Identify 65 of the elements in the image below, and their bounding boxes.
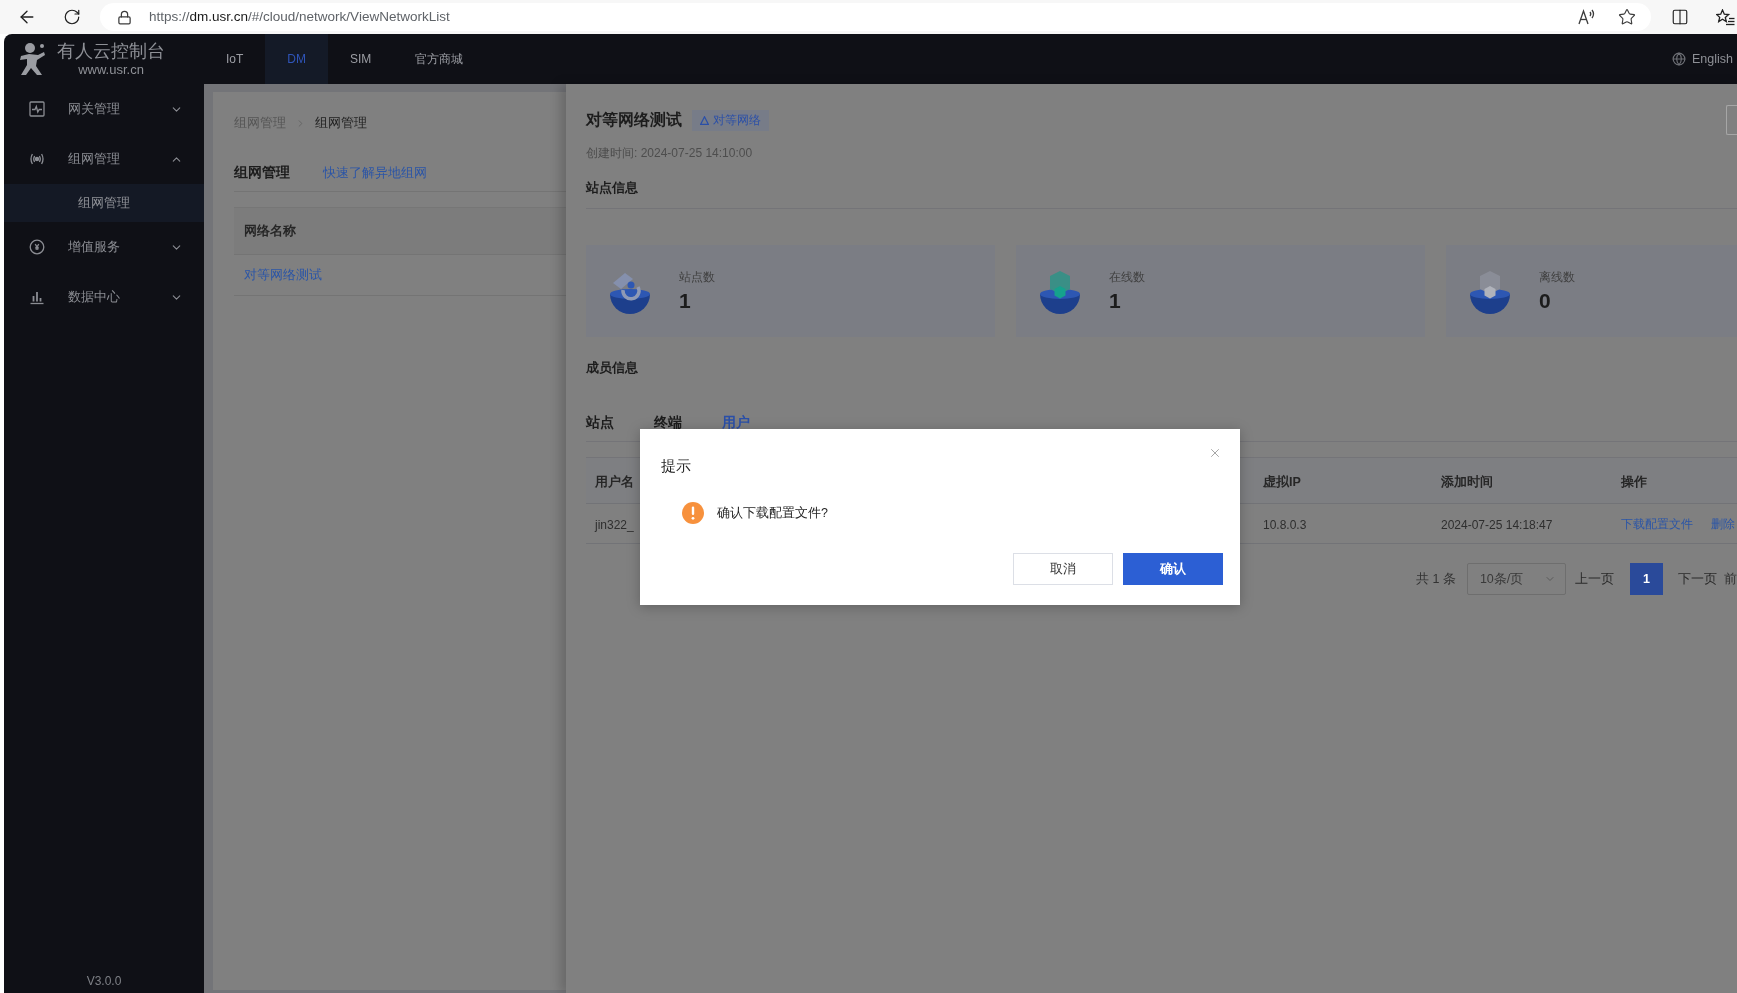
sidebar-submenu-item[interactable]: 组网管理 xyxy=(4,184,204,222)
column-header: 用户名 xyxy=(595,474,634,489)
section-title: 成员信息 xyxy=(586,359,639,377)
sidebar-menu-item[interactable]: 数据中心 xyxy=(4,272,204,322)
logo-title: 有人云控制台 xyxy=(57,41,165,62)
close-icon xyxy=(1208,446,1222,460)
nav-tab[interactable]: SIM xyxy=(328,34,394,84)
star-icon xyxy=(1618,8,1636,26)
table-cell: 2024-07-25 14:18:47 xyxy=(1441,517,1553,532)
nav-tab[interactable]: 官方商城 xyxy=(393,34,486,84)
stick-figure-logo-icon xyxy=(18,42,46,76)
dialog-title: 提示 xyxy=(661,456,691,476)
stat-value: 1 xyxy=(679,289,692,313)
yen-circle-icon xyxy=(29,239,45,255)
breadcrumb-current: 组网管理 xyxy=(315,114,367,132)
split-screen-button[interactable] xyxy=(1670,7,1690,27)
pulse-square-icon xyxy=(29,101,45,117)
table-cell: 10.8.0.3 xyxy=(1263,517,1307,532)
member-tab[interactable]: 站点 xyxy=(586,413,614,431)
version-label: V3.0.0 xyxy=(85,973,123,990)
sidebar-menu-item[interactable]: 网关管理 xyxy=(4,84,204,134)
favorite-star-button[interactable] xyxy=(1617,7,1637,27)
stat-label: 站点数 xyxy=(679,269,715,285)
stat-value: 1 xyxy=(1109,289,1122,313)
cancel-button[interactable]: 取消 xyxy=(1013,553,1113,585)
section-title: 站点信息 xyxy=(586,179,639,197)
broadcast-icon xyxy=(29,151,45,167)
nav-tab[interactable]: IoT xyxy=(204,34,266,84)
favorites-button[interactable] xyxy=(1715,7,1735,27)
split-screen-icon xyxy=(1671,8,1689,26)
read-aloud-icon xyxy=(1578,9,1596,25)
column-header: 添加时间 xyxy=(1441,474,1493,489)
page-size-select[interactable]: 10条/页 xyxy=(1466,563,1566,595)
logo-url: www.usr.cn xyxy=(78,62,144,77)
globe-icon xyxy=(1672,52,1686,66)
confirm-button[interactable]: 确认 xyxy=(1123,553,1223,585)
drawer-title: 对等网络测试 xyxy=(586,110,682,130)
stat-value: 0 xyxy=(1539,289,1552,313)
member-tab[interactable]: 终端 xyxy=(654,413,682,431)
jump-label: 前 xyxy=(1723,570,1737,588)
table-cell: jin322_ xyxy=(595,517,634,532)
column-header: 操作 xyxy=(1621,474,1647,489)
triangle-icon xyxy=(700,115,709,125)
address-bar[interactable]: https://dm.usr.cn/#/cloud/network/ViewNetworkList xyxy=(100,3,1651,31)
language-link[interactable]: English xyxy=(1672,49,1733,69)
read-aloud-button[interactable] xyxy=(1577,7,1597,27)
url-text: https://dm.usr.cn/#/cloud/network/ViewNetworkList xyxy=(149,7,450,26)
page-number-button[interactable]: 1 xyxy=(1629,563,1663,595)
sidebar-menu-item[interactable]: 组网管理 xyxy=(4,134,204,184)
column-header: 网络名称 xyxy=(244,222,296,240)
bowl-with-cube-icon xyxy=(1037,268,1083,314)
total-count: 共 1 条 xyxy=(1416,570,1456,588)
dialog-message: 确认下载配置文件? xyxy=(717,504,828,522)
stat-label: 离线数 xyxy=(1539,269,1575,285)
reload-icon xyxy=(63,8,81,26)
page-title: 组网管理 xyxy=(234,163,290,182)
sidebar-menu-item[interactable]: 增值服务 xyxy=(4,222,204,272)
warning-icon xyxy=(682,502,704,524)
star-list-icon xyxy=(1715,8,1735,26)
column-header: 虚拟IP xyxy=(1263,474,1301,489)
lock-icon xyxy=(117,9,132,25)
stat-label: 在线数 xyxy=(1109,269,1145,285)
bar-chart-icon xyxy=(29,289,45,305)
tag-label: 对等网络 xyxy=(713,112,761,129)
bowl-with-cube-icon xyxy=(1467,268,1513,314)
